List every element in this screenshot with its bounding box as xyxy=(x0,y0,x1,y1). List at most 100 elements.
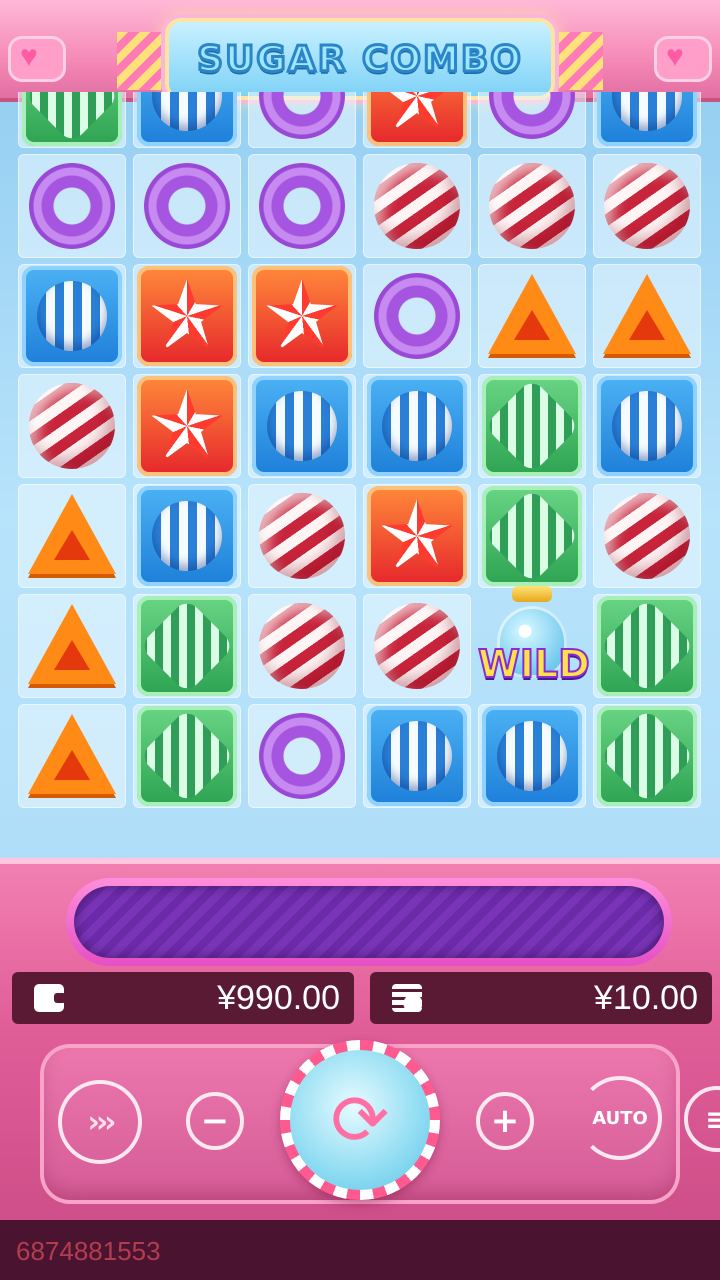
blue-wrapped-candy-symbol xyxy=(367,376,467,476)
reel-cell xyxy=(18,484,126,588)
red-wrapped-candy-symbol xyxy=(367,486,467,586)
fast-forward-icon: ››› xyxy=(87,1104,116,1140)
reel-cell xyxy=(478,264,586,368)
blue-wrapped-candy-symbol xyxy=(597,376,697,476)
blue-candy-core xyxy=(37,281,107,351)
swirl-candy-symbol xyxy=(489,163,575,249)
header: ♥ ♥ SUGAR COMBO xyxy=(0,0,720,102)
swirl-candy-symbol xyxy=(29,383,115,469)
title-plate: SUGAR COMBO xyxy=(117,18,603,100)
green-candy-core xyxy=(598,707,696,805)
bet-display[interactable]: ¥10.00 xyxy=(370,972,712,1024)
blue-wrapped-candy-symbol xyxy=(22,266,122,366)
wild-symbol: WILD xyxy=(477,586,591,706)
reel-cell xyxy=(133,704,241,808)
blue-candy-core xyxy=(382,391,452,461)
swirl-candy-symbol xyxy=(604,163,690,249)
reel-cell xyxy=(593,484,701,588)
reel-cell xyxy=(133,374,241,478)
triangle-candy-shape xyxy=(488,274,576,354)
triangle-candy-shape xyxy=(603,274,691,354)
reel-cell xyxy=(363,264,471,368)
red-candy-core xyxy=(151,279,223,350)
donut-symbol xyxy=(259,163,345,249)
red-wrapped-candy-symbol xyxy=(252,266,352,366)
reel-cell xyxy=(363,92,471,148)
blue-wrapped-candy-symbol xyxy=(597,92,697,146)
donut-symbol xyxy=(144,163,230,249)
increase-bet-button[interactable]: + xyxy=(476,1092,534,1150)
game-title: SUGAR COMBO xyxy=(196,37,523,81)
green-candy-core xyxy=(483,487,581,585)
blue-wrapped-candy-symbol xyxy=(137,92,237,146)
blue-wrapped-candy-symbol xyxy=(137,486,237,586)
reel-cell xyxy=(248,594,356,698)
blue-wrapped-candy-symbol xyxy=(482,706,582,806)
green-wrapped-candy-symbol xyxy=(137,706,237,806)
green-candy-core xyxy=(138,707,236,805)
reel-cell xyxy=(133,154,241,258)
green-candy-core xyxy=(23,92,121,145)
minus-icon: − xyxy=(200,1101,230,1141)
turbo-button[interactable]: ››› xyxy=(58,1080,142,1164)
jar-lid xyxy=(512,586,552,602)
blue-candy-core xyxy=(267,391,337,461)
reel-cell xyxy=(133,264,241,368)
triangle-candy-symbol xyxy=(28,714,116,798)
triangle-candy-shape xyxy=(28,714,116,794)
reel-cell xyxy=(478,704,586,808)
red-candy-core xyxy=(381,92,453,130)
swirl-candy-symbol xyxy=(259,493,345,579)
triangle-candy-symbol xyxy=(603,274,691,358)
swirl-candy-symbol xyxy=(374,603,460,689)
reel-cell xyxy=(18,154,126,258)
reel-cell xyxy=(18,92,126,148)
green-wrapped-candy-symbol xyxy=(597,596,697,696)
round-id: 6874881553 xyxy=(16,1236,161,1266)
donut-symbol xyxy=(489,92,575,139)
blue-candy-core xyxy=(382,721,452,791)
reel-cell xyxy=(363,484,471,588)
donut-symbol xyxy=(374,273,460,359)
blue-candy-core xyxy=(612,391,682,461)
green-candy-core xyxy=(598,597,696,695)
ribbon-right xyxy=(559,32,603,90)
decrease-bet-button[interactable]: − xyxy=(186,1092,244,1150)
green-wrapped-candy-symbol xyxy=(482,376,582,476)
red-wrapped-candy-symbol xyxy=(367,92,467,146)
message-bar xyxy=(66,878,672,966)
reel-cell xyxy=(248,154,356,258)
spin-button[interactable]: ⟳ xyxy=(280,1040,440,1200)
blue-wrapped-candy-symbol xyxy=(252,376,352,476)
wild-label: WILD xyxy=(477,641,591,687)
green-wrapped-candy-symbol xyxy=(597,706,697,806)
red-candy-core xyxy=(381,499,453,570)
reel-cell xyxy=(133,92,241,148)
plus-icon: + xyxy=(490,1101,520,1141)
heart-icon: ♥ xyxy=(20,40,38,73)
red-wrapped-candy-symbol xyxy=(137,376,237,476)
swirl-candy-symbol xyxy=(374,163,460,249)
reel-grid: WILD xyxy=(14,92,706,862)
spin-icon: ⟳ xyxy=(290,1050,430,1190)
donut-symbol xyxy=(29,163,115,249)
heart-decoration-right: ♥ xyxy=(654,36,712,82)
swirl-candy-symbol xyxy=(259,603,345,689)
reel-cell xyxy=(363,594,471,698)
green-candy-core xyxy=(483,377,581,475)
swirl-candy-symbol xyxy=(604,493,690,579)
message-bar-inner xyxy=(74,886,664,958)
triangle-candy-symbol xyxy=(488,274,576,358)
red-candy-core xyxy=(266,279,338,350)
reel-cell xyxy=(248,484,356,588)
balance-value: ¥990.00 xyxy=(217,978,340,1017)
reel-cell xyxy=(593,704,701,808)
ribbon-left xyxy=(117,32,161,90)
reel-cell xyxy=(593,594,701,698)
green-wrapped-candy-symbol xyxy=(137,596,237,696)
reel-cell xyxy=(478,92,586,148)
donut-symbol xyxy=(259,713,345,799)
autoplay-button[interactable]: AUTO xyxy=(578,1076,662,1160)
red-wrapped-candy-symbol xyxy=(137,266,237,366)
blue-candy-core xyxy=(152,501,222,571)
